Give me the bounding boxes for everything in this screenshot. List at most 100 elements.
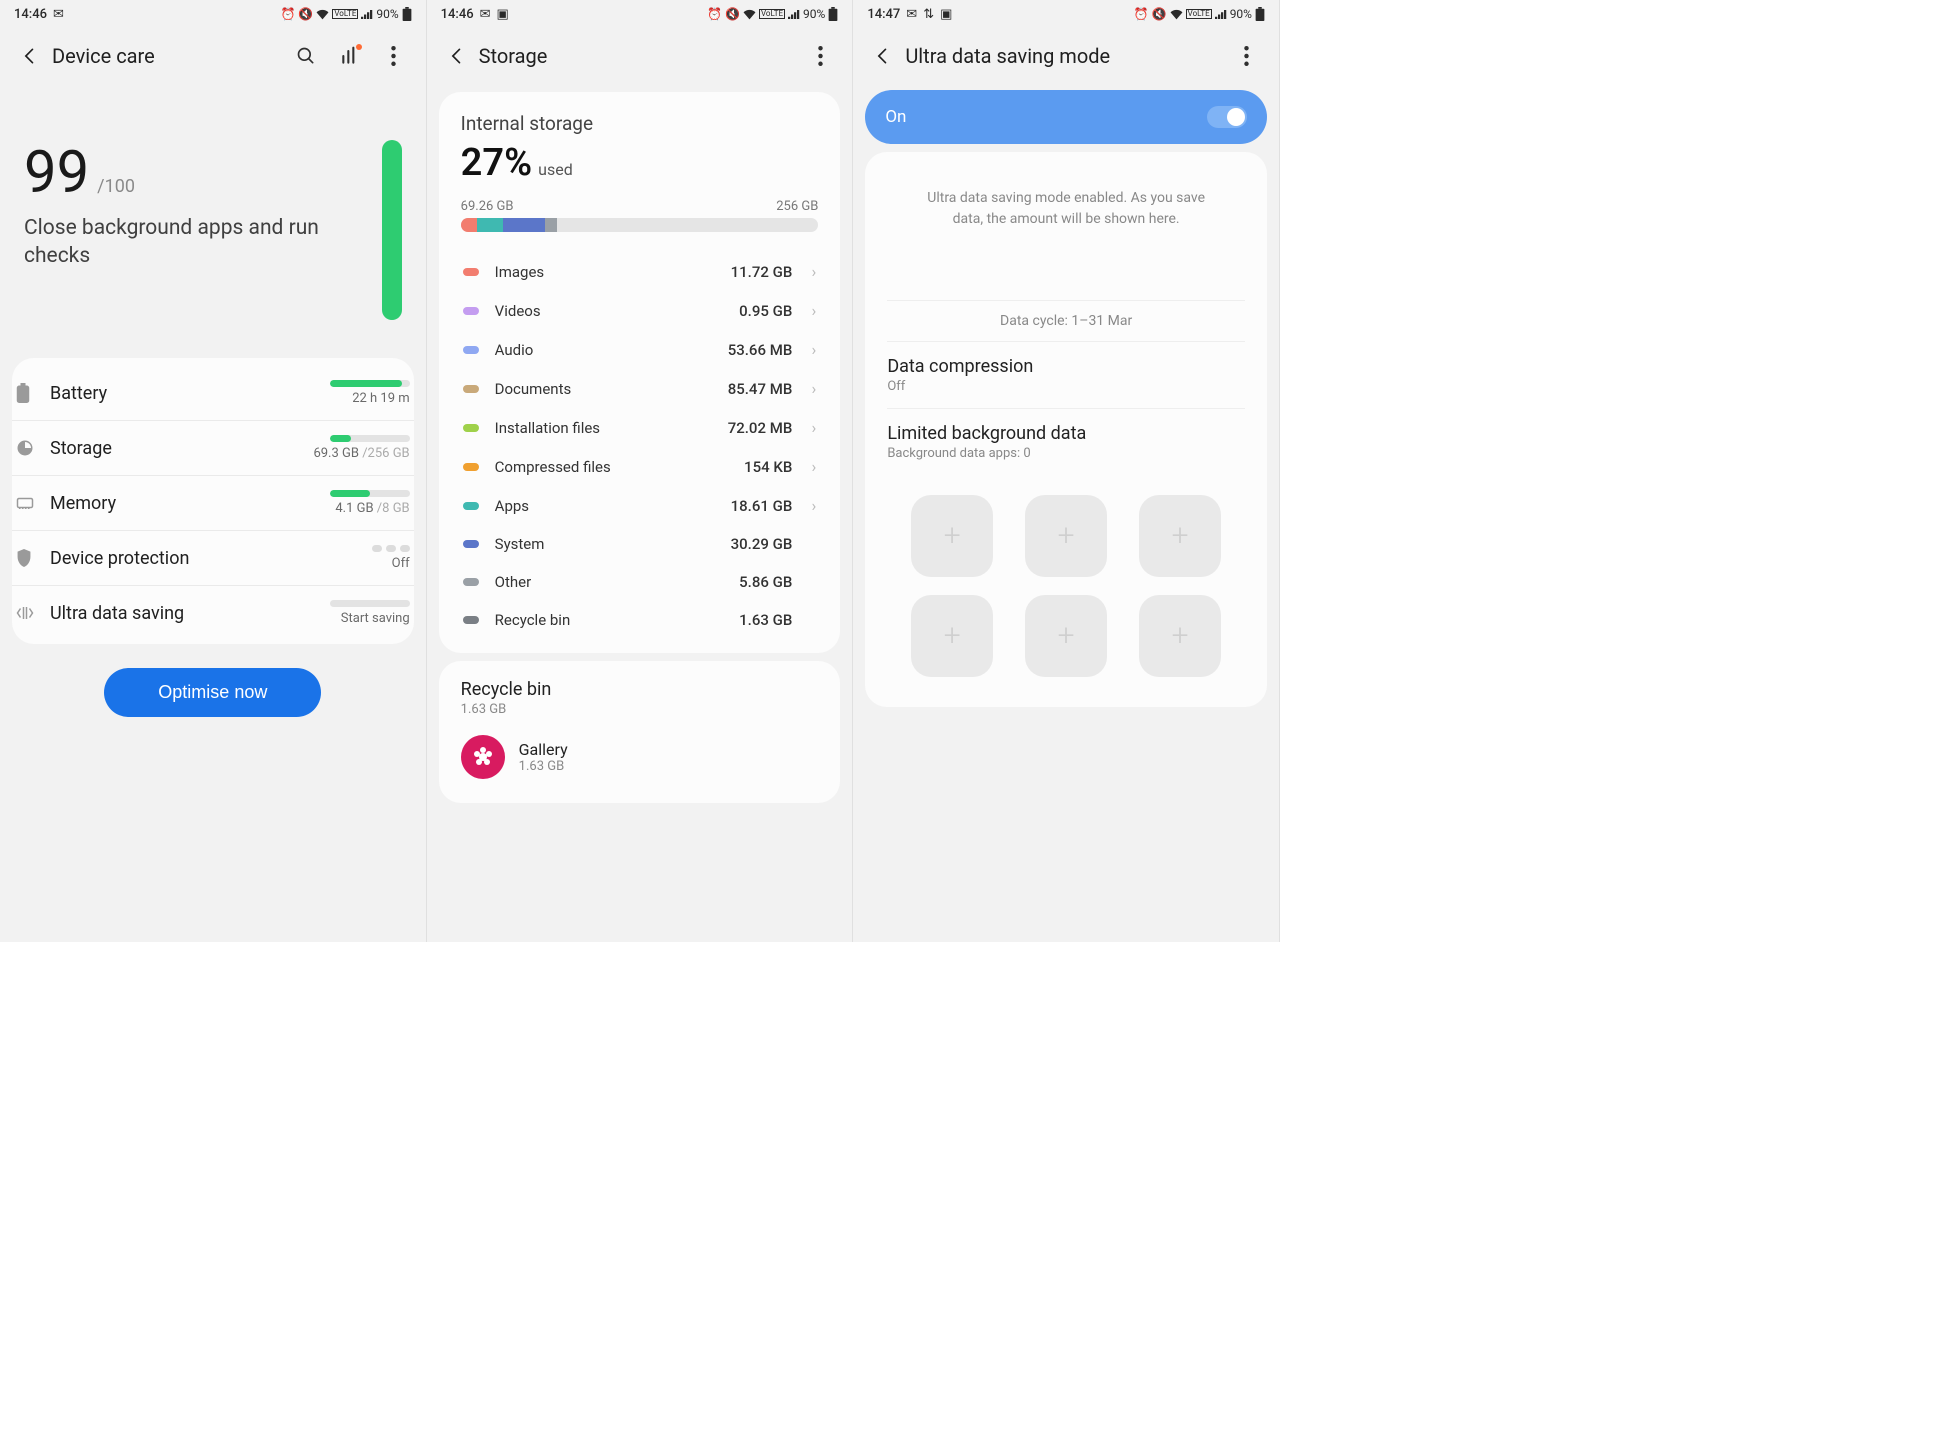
storage-row-audio[interactable]: Audio53.66 MB› [461, 330, 819, 369]
wifi-icon [316, 9, 329, 20]
wechat-icon: ✉ [480, 7, 491, 22]
optimise-now-button[interactable]: Optimise now [104, 668, 321, 717]
category-value: 1.63 GB [739, 611, 792, 629]
category-label: Videos [495, 302, 739, 320]
limited-bg-label: Limited background data [887, 423, 1245, 444]
color-swatch-icon [463, 346, 479, 354]
more-button[interactable] [1233, 42, 1261, 70]
add-app-slot[interactable]: + [1025, 595, 1107, 677]
device-care-list: Battery 22 h 19 m Storage 69.3 GB /256 G… [12, 358, 414, 644]
memory-value: 4.1 GB /8 GB [270, 501, 410, 516]
storage-row-images[interactable]: Images11.72 GB › [461, 252, 819, 291]
row-uds-label: Ultra data saving [50, 603, 270, 624]
notification-dot-icon [356, 44, 362, 50]
recycle-bin-title: Recycle bin [461, 679, 819, 700]
storage-total: 256 GB [776, 199, 818, 214]
color-swatch-icon [463, 578, 479, 586]
status-bar: 14:46 ✉ ▣ ⏰ 🔇 VoLTE 90% [427, 0, 853, 28]
category-label: Compressed files [495, 458, 744, 476]
recycle-item-size: 1.63 GB [519, 759, 568, 774]
category-label: Audio [495, 341, 728, 359]
score-max: /100 [97, 176, 135, 197]
add-app-slot[interactable]: + [1139, 495, 1221, 577]
category-value: 85.47 MB [728, 380, 793, 398]
category-value: 18.61 GB [731, 497, 793, 515]
row-ultra-data-saving[interactable]: Ultra data saving Start saving [12, 586, 414, 640]
search-button[interactable] [292, 42, 320, 70]
row-battery[interactable]: Battery 22 h 19 m [12, 366, 414, 421]
color-swatch-icon [463, 385, 479, 393]
row-device-protection[interactable]: Device protection Off [12, 531, 414, 586]
storage-row-documents[interactable]: Documents85.47 MB › [461, 369, 819, 408]
data-cycle-row[interactable]: Data cycle: 1–31 Mar [887, 300, 1245, 342]
score-subtitle: Close background apps and run checks [24, 214, 382, 271]
volte-icon: VoLTE [759, 9, 785, 19]
add-app-slot[interactable]: + [911, 595, 993, 677]
mute-icon: 🔇 [298, 8, 313, 20]
signal-icon [361, 9, 373, 20]
chevron-right-icon: › [802, 379, 816, 398]
recycle-bin-item[interactable]: Gallery 1.63 GB [461, 735, 819, 779]
chevron-right-icon: › [802, 262, 816, 281]
page-title: Storage [479, 44, 807, 68]
storage-row-compressed-files[interactable]: Compressed files154 KB› [461, 447, 819, 486]
category-value: 11.72 GB [731, 263, 793, 281]
add-app-slot[interactable]: + [911, 495, 993, 577]
recycle-bin-card[interactable]: Recycle bin 1.63 GB Gallery 1.63 GB [439, 661, 841, 803]
chevron-right-icon: › [802, 340, 816, 359]
storage-bar [330, 435, 410, 442]
screenshot-icon: ▣ [940, 7, 952, 22]
color-swatch-icon [463, 463, 479, 471]
mute-icon: 🔇 [1152, 8, 1167, 20]
screen-ultra-data-saving: 14:47 ✉ ⇅ ▣ ⏰ 🔇 VoLTE 90% Ultra data sav… [853, 0, 1280, 942]
sync-icon: ⇅ [923, 7, 934, 22]
more-button[interactable] [806, 42, 834, 70]
toggle-label: On [885, 107, 906, 127]
back-button[interactable] [439, 38, 475, 74]
storage-head-title: Internal storage [461, 112, 819, 135]
storage-row-recycle-bin: Recycle bin1.63 GB [461, 601, 819, 639]
row-memory[interactable]: Memory 4.1 GB /8 GB [12, 476, 414, 531]
chevron-right-icon: › [802, 418, 816, 437]
screen-device-care: 14:46 ✉ ⏰ 🔇 VoLTE 90% Device care [0, 0, 427, 942]
stats-button[interactable] [336, 42, 364, 70]
back-button[interactable] [865, 38, 901, 74]
battery-value: 22 h 19 m [270, 391, 410, 406]
battery-icon [16, 383, 50, 403]
more-button[interactable] [380, 42, 408, 70]
color-swatch-icon [463, 616, 479, 624]
row-storage[interactable]: Storage 69.3 GB /256 GB [12, 421, 414, 476]
protection-value: Off [270, 556, 410, 571]
storage-row-apps[interactable]: Apps18.61 GB› [461, 486, 819, 525]
screenshot-icon: ▣ [497, 7, 509, 22]
wechat-icon: ✉ [53, 7, 64, 22]
uds-value: Start saving [270, 611, 410, 626]
alarm-icon: ⏰ [1134, 8, 1149, 20]
uds-card: Ultra data saving mode enabled. As you s… [865, 152, 1267, 707]
add-app-slot[interactable]: + [1025, 495, 1107, 577]
status-bar: 14:46 ✉ ⏰ 🔇 VoLTE 90% [0, 0, 426, 28]
app-bar: Ultra data saving mode [853, 28, 1279, 84]
status-bar: 14:47 ✉ ⇅ ▣ ⏰ 🔇 VoLTE 90% [853, 0, 1279, 28]
storage-stacked-bar [461, 218, 819, 232]
row-limited-bg-data[interactable]: Limited background data Background data … [887, 409, 1245, 475]
storage-row-system: System30.29 GB [461, 525, 819, 563]
category-label: Installation files [495, 419, 728, 437]
master-toggle[interactable]: On [865, 90, 1267, 144]
category-value: 72.02 MB [728, 419, 793, 437]
add-app-slot[interactable]: + [1139, 595, 1221, 677]
storage-pct: 27%used [461, 141, 819, 185]
category-label: Images [495, 263, 731, 281]
data-compression-label: Data compression [887, 356, 1245, 377]
storage-row-installation-files[interactable]: Installation files72.02 MB › [461, 408, 819, 447]
storage-category-list: Images11.72 GB›Videos0.95 GB›Audio53.66 … [461, 252, 819, 639]
storage-row-videos[interactable]: Videos0.95 GB › [461, 291, 819, 330]
uds-bar [330, 600, 410, 607]
category-value: 0.95 GB [739, 302, 792, 320]
chevron-right-icon: › [802, 301, 816, 320]
shield-icon [16, 549, 50, 567]
category-label: Other [495, 573, 739, 591]
row-data-compression[interactable]: Data compression Off [887, 342, 1245, 409]
category-label: Documents [495, 380, 728, 398]
back-button[interactable] [12, 38, 48, 74]
